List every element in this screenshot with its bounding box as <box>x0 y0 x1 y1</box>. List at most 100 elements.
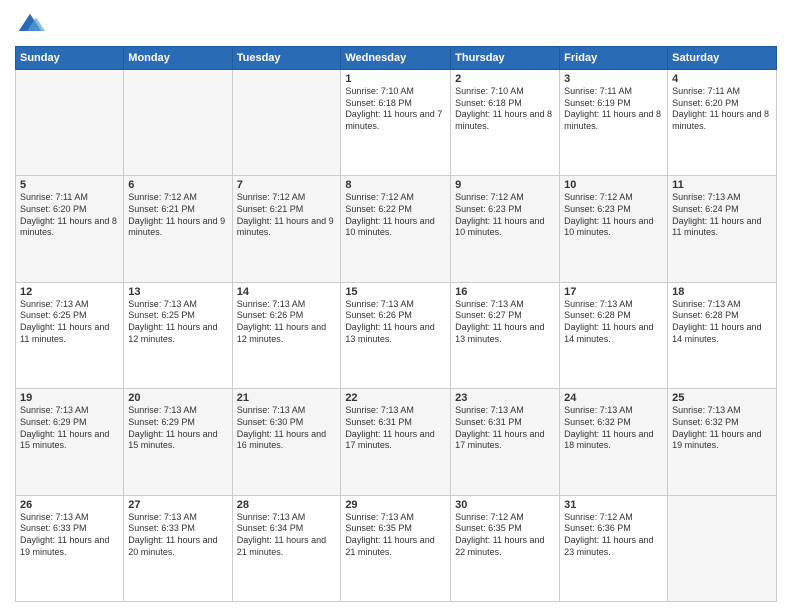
calendar-cell: 11Sunrise: 7:13 AM Sunset: 6:24 PM Dayli… <box>668 176 777 282</box>
day-info: Sunrise: 7:13 AM Sunset: 6:30 PM Dayligh… <box>237 405 337 452</box>
day-info: Sunrise: 7:13 AM Sunset: 6:33 PM Dayligh… <box>20 512 119 559</box>
day-info: Sunrise: 7:12 AM Sunset: 6:21 PM Dayligh… <box>237 192 337 239</box>
calendar-cell: 22Sunrise: 7:13 AM Sunset: 6:31 PM Dayli… <box>341 389 451 495</box>
day-info: Sunrise: 7:13 AM Sunset: 6:24 PM Dayligh… <box>672 192 772 239</box>
day-info: Sunrise: 7:11 AM Sunset: 6:20 PM Dayligh… <box>672 86 772 133</box>
day-number: 8 <box>345 179 446 191</box>
weekday-saturday: Saturday <box>668 47 777 70</box>
calendar-cell: 4Sunrise: 7:11 AM Sunset: 6:20 PM Daylig… <box>668 70 777 176</box>
calendar-cell: 7Sunrise: 7:12 AM Sunset: 6:21 PM Daylig… <box>232 176 341 282</box>
calendar-cell: 26Sunrise: 7:13 AM Sunset: 6:33 PM Dayli… <box>16 495 124 601</box>
day-info: Sunrise: 7:12 AM Sunset: 6:21 PM Dayligh… <box>128 192 227 239</box>
day-info: Sunrise: 7:11 AM Sunset: 6:20 PM Dayligh… <box>20 192 119 239</box>
weekday-tuesday: Tuesday <box>232 47 341 70</box>
week-row-4: 19 Sunrise: 7:13 AM Sunset: 6:29 PM Dayli… <box>16 389 777 495</box>
weekday-header-row: SundayMondayTuesdayWednesdayThursdayFrid… <box>16 47 777 70</box>
calendar: SundayMondayTuesdayWednesdayThursdayFrid… <box>15 46 777 602</box>
page: SundayMondayTuesdayWednesdayThursdayFrid… <box>0 0 792 612</box>
day-info: Sunrise: 7:12 AM Sunset: 6:35 PM Dayligh… <box>455 512 555 559</box>
calendar-cell: 25Sunrise: 7:13 AM Sunset: 6:32 PM Dayli… <box>668 389 777 495</box>
day-info: Sunrise: 7:11 AM Sunset: 6:19 PM Dayligh… <box>564 86 663 133</box>
calendar-cell <box>232 70 341 176</box>
calendar-cell: 30Sunrise: 7:12 AM Sunset: 6:35 PM Dayli… <box>451 495 560 601</box>
day-number: 17 <box>564 286 663 298</box>
week-row-3: 12Sunrise: 7:13 AM Sunset: 6:25 PM Dayli… <box>16 282 777 388</box>
day-number: 22 <box>345 392 446 404</box>
calendar-cell: 23Sunrise: 7:13 AM Sunset: 6:31 PM Dayli… <box>451 389 560 495</box>
day-number: 5 <box>20 179 119 191</box>
day-info: Sunrise: 7:13 AM Sunset: 6:35 PM Dayligh… <box>345 512 446 559</box>
calendar-cell: 9Sunrise: 7:12 AM Sunset: 6:23 PM Daylig… <box>451 176 560 282</box>
calendar-cell: 2Sunrise: 7:10 AM Sunset: 6:18 PM Daylig… <box>451 70 560 176</box>
day-info: Sunrise: 7:12 AM Sunset: 6:36 PM Dayligh… <box>564 512 663 559</box>
day-info: Sunrise: 7:12 AM Sunset: 6:22 PM Dayligh… <box>345 192 446 239</box>
day-number: 19 <box>20 392 119 404</box>
day-number: 2 <box>455 73 555 85</box>
day-number: 29 <box>345 499 446 511</box>
calendar-cell: 12Sunrise: 7:13 AM Sunset: 6:25 PM Dayli… <box>16 282 124 388</box>
day-number: 25 <box>672 392 772 404</box>
header <box>15 10 777 40</box>
day-info: Sunrise: 7:12 AM Sunset: 6:23 PM Dayligh… <box>564 192 663 239</box>
day-info: Sunrise: 7:12 AM Sunset: 6:23 PM Dayligh… <box>455 192 555 239</box>
calendar-cell: 6Sunrise: 7:12 AM Sunset: 6:21 PM Daylig… <box>124 176 232 282</box>
logo-icon <box>15 10 45 40</box>
day-number: 26 <box>20 499 119 511</box>
calendar-cell: 17Sunrise: 7:13 AM Sunset: 6:28 PM Dayli… <box>560 282 668 388</box>
week-row-1: 1Sunrise: 7:10 AM Sunset: 6:18 PM Daylig… <box>16 70 777 176</box>
day-info: Sunrise: 7:13 AM Sunset: 6:27 PM Dayligh… <box>455 299 555 346</box>
day-info: Sunrise: 7:13 AM Sunset: 6:29 PM Dayligh… <box>128 405 227 452</box>
calendar-cell: 27Sunrise: 7:13 AM Sunset: 6:33 PM Dayli… <box>124 495 232 601</box>
weekday-friday: Friday <box>560 47 668 70</box>
day-info: Sunrise: 7:13 AM Sunset: 6:26 PM Dayligh… <box>345 299 446 346</box>
calendar-cell: 21Sunrise: 7:13 AM Sunset: 6:30 PM Dayli… <box>232 389 341 495</box>
day-number: 11 <box>672 179 772 191</box>
day-number: 9 <box>455 179 555 191</box>
day-number: 15 <box>345 286 446 298</box>
day-number: 10 <box>564 179 663 191</box>
calendar-cell: 10Sunrise: 7:12 AM Sunset: 6:23 PM Dayli… <box>560 176 668 282</box>
weekday-wednesday: Wednesday <box>341 47 451 70</box>
calendar-cell: 31Sunrise: 7:12 AM Sunset: 6:36 PM Dayli… <box>560 495 668 601</box>
calendar-cell: 1Sunrise: 7:10 AM Sunset: 6:18 PM Daylig… <box>341 70 451 176</box>
weekday-thursday: Thursday <box>451 47 560 70</box>
day-info: Sunrise: 7:13 AM Sunset: 6:25 PM Dayligh… <box>128 299 227 346</box>
calendar-cell: 13Sunrise: 7:13 AM Sunset: 6:25 PM Dayli… <box>124 282 232 388</box>
weekday-sunday: Sunday <box>16 47 124 70</box>
calendar-cell: 16Sunrise: 7:13 AM Sunset: 6:27 PM Dayli… <box>451 282 560 388</box>
week-row-5: 26Sunrise: 7:13 AM Sunset: 6:33 PM Dayli… <box>16 495 777 601</box>
day-number: 14 <box>237 286 337 298</box>
calendar-cell: 14Sunrise: 7:13 AM Sunset: 6:26 PM Dayli… <box>232 282 341 388</box>
day-number: 3 <box>564 73 663 85</box>
day-info: Sunrise: 7:13 AM Sunset: 6:28 PM Dayligh… <box>564 299 663 346</box>
day-number: 30 <box>455 499 555 511</box>
calendar-cell: 8Sunrise: 7:12 AM Sunset: 6:22 PM Daylig… <box>341 176 451 282</box>
day-info: Sunrise: 7:13 AM Sunset: 6:28 PM Dayligh… <box>672 299 772 346</box>
calendar-cell: 20Sunrise: 7:13 AM Sunset: 6:29 PM Dayli… <box>124 389 232 495</box>
day-info: Sunrise: 7:13 AM Sunset: 6:34 PM Dayligh… <box>237 512 337 559</box>
day-info: Sunrise: 7:10 AM Sunset: 6:18 PM Dayligh… <box>345 86 446 133</box>
day-number: 1 <box>345 73 446 85</box>
week-row-2: 5Sunrise: 7:11 AM Sunset: 6:20 PM Daylig… <box>16 176 777 282</box>
calendar-cell: 18Sunrise: 7:13 AM Sunset: 6:28 PM Dayli… <box>668 282 777 388</box>
day-number: 7 <box>237 179 337 191</box>
day-number: 13 <box>128 286 227 298</box>
calendar-cell: 29Sunrise: 7:13 AM Sunset: 6:35 PM Dayli… <box>341 495 451 601</box>
day-info: Sunrise: 7:10 AM Sunset: 6:18 PM Dayligh… <box>455 86 555 133</box>
day-info: Sunrise: 7:13 AM Sunset: 6:25 PM Dayligh… <box>20 299 119 346</box>
day-number: 28 <box>237 499 337 511</box>
calendar-cell <box>668 495 777 601</box>
day-number: 18 <box>672 286 772 298</box>
day-number: 27 <box>128 499 227 511</box>
day-info: Sunrise: 7:13 AM Sunset: 6:31 PM Dayligh… <box>455 405 555 452</box>
day-number: 31 <box>564 499 663 511</box>
day-number: 16 <box>455 286 555 298</box>
day-info: Sunrise: 7:13 AM Sunset: 6:32 PM Dayligh… <box>564 405 663 452</box>
day-number: 20 <box>128 392 227 404</box>
day-info: Sunrise: 7:13 AM Sunset: 6:26 PM Dayligh… <box>237 299 337 346</box>
calendar-cell: 15Sunrise: 7:13 AM Sunset: 6:26 PM Dayli… <box>341 282 451 388</box>
calendar-cell <box>124 70 232 176</box>
logo <box>15 10 49 40</box>
day-number: 6 <box>128 179 227 191</box>
day-number: 21 <box>237 392 337 404</box>
